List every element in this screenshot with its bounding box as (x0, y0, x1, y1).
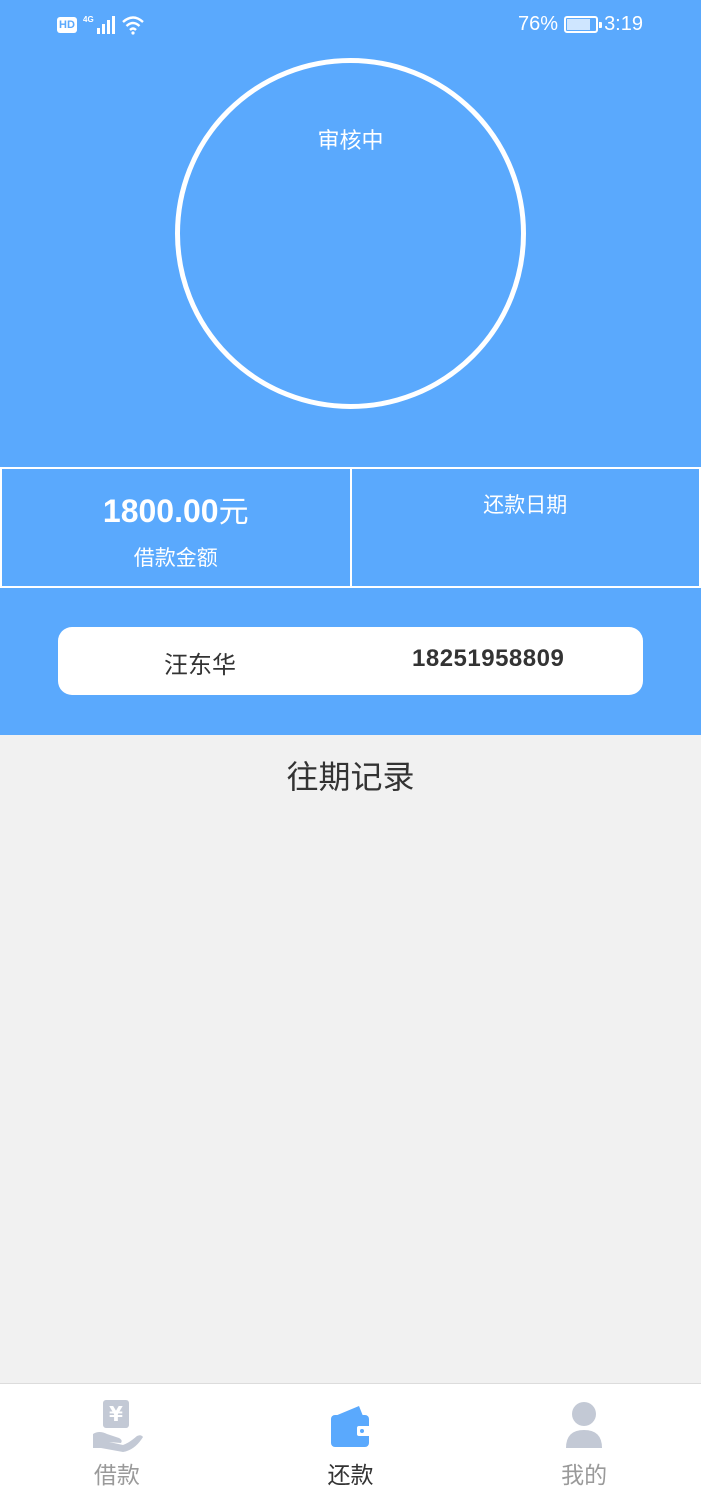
clock-time: 3:19 (604, 13, 643, 35)
battery-percent: 76% (518, 13, 559, 35)
repay-date-label: 还款日期 (483, 493, 568, 517)
tab-mine-label: 我的 (561, 1463, 608, 1489)
user-icon (566, 1402, 603, 1448)
repay-date-cell: 还款日期 (351, 467, 701, 588)
status-bar: HD 4G 76% 3:19 (0, 0, 701, 52)
tab-mine[interactable]: 我的 (467, 1384, 701, 1500)
loan-hand-yen-icon: ¥ (92, 1400, 143, 1452)
hd-badge: HD (57, 17, 77, 33)
loan-status-circle: 审核中 (175, 58, 526, 409)
tab-loan[interactable]: ¥ 借款 (0, 1384, 234, 1500)
tab-loan-label: 借款 (93, 1463, 140, 1489)
loan-amount-unit: 元 (218, 496, 249, 529)
status-left: HD 4G (57, 14, 145, 36)
wifi-icon (122, 16, 144, 35)
bottom-tab-bar: ¥ 借款 还款 我的 (0, 1383, 701, 1500)
user-phone: 18251958809 (412, 645, 565, 672)
signal-icon: 4G (83, 15, 115, 34)
loan-info-row: 1800.00元 借款金额 还款日期 (0, 467, 701, 588)
loan-amount: 1800.00元 (2, 487, 350, 531)
loan-amount-cell: 1800.00元 借款金额 (0, 467, 352, 588)
history-title: 往期记录 (286, 758, 415, 796)
loan-status-label: 审核中 (317, 129, 384, 154)
wallet-icon (330, 1406, 371, 1447)
tab-repay-label: 还款 (327, 1463, 374, 1489)
status-right: 76% 3:19 (518, 13, 643, 36)
user-card: 汪东华 18251958809 (58, 627, 643, 695)
network-type-label: 4G (83, 15, 94, 24)
loan-amount-label: 借款金额 (133, 546, 218, 570)
user-name: 汪东华 (164, 651, 236, 679)
loan-amount-value: 1800.00 (102, 493, 219, 529)
battery-icon (564, 16, 603, 33)
header-panel: HD 4G 76% 3:19 审核中 1800.00元 借款金额 还款日期 汪东… (0, 0, 701, 735)
svg-text:¥: ¥ (109, 1402, 123, 1426)
tab-repay[interactable]: 还款 (234, 1384, 468, 1500)
